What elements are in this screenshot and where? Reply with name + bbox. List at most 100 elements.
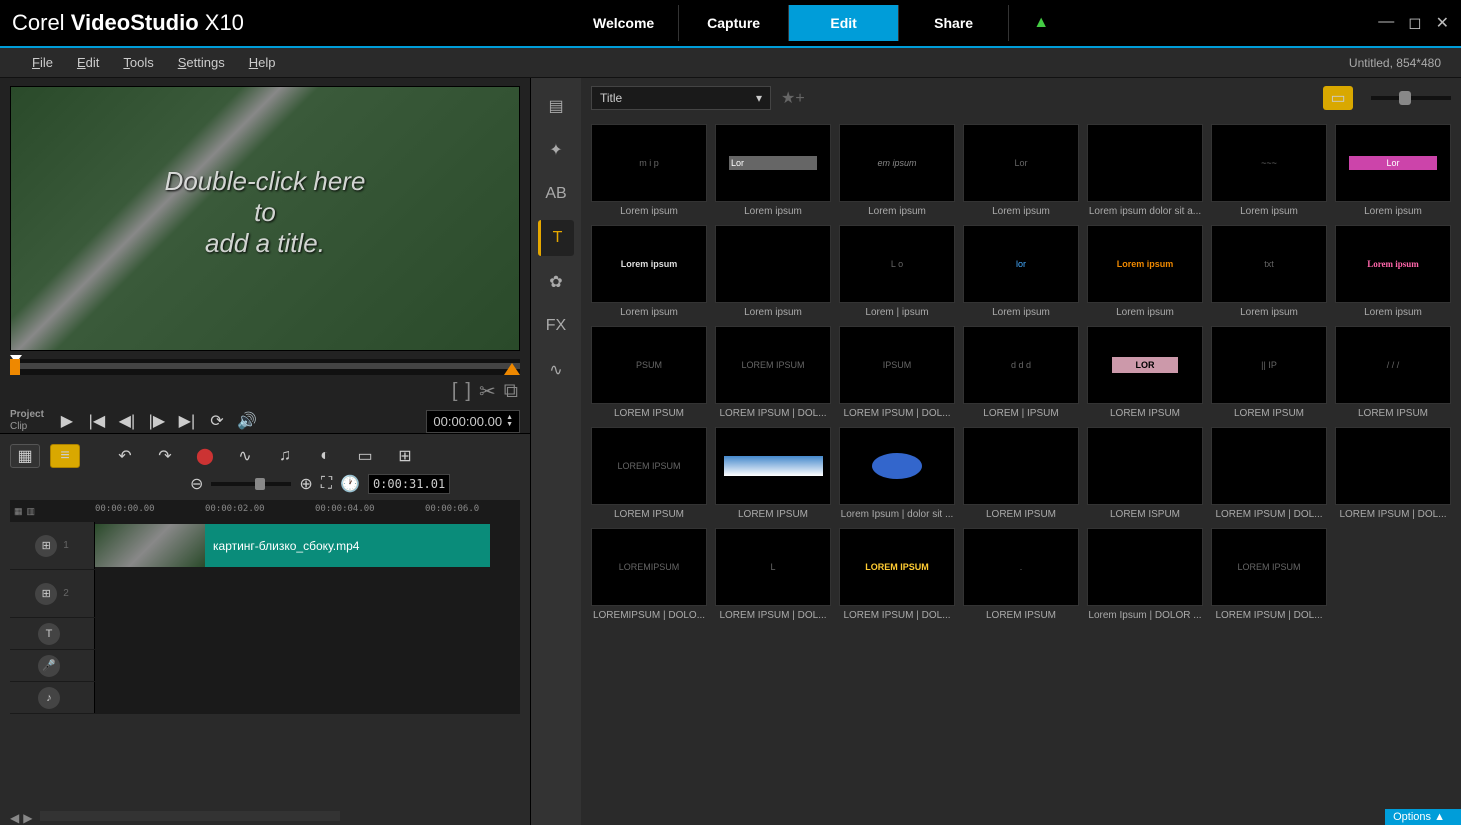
- title-preset[interactable]: LORLOREM IPSUM: [1087, 326, 1203, 419]
- title-preset[interactable]: lorLorem ipsum: [963, 225, 1079, 318]
- library-tab-path[interactable]: ∿: [538, 352, 574, 388]
- track-head[interactable]: ⊞1: [10, 522, 95, 569]
- title-preset[interactable]: L oLorem | ipsum: [839, 225, 955, 318]
- mark-in-icon[interactable]: [: [450, 380, 460, 403]
- library-tab-transition[interactable]: AB: [538, 176, 574, 212]
- favorite-icon[interactable]: ★+: [781, 88, 805, 108]
- title-preset[interactable]: em ipsumLorem ipsum: [839, 124, 955, 217]
- title-preset[interactable]: || IPLOREM IPSUM: [1211, 326, 1327, 419]
- split-icon[interactable]: ⧉: [502, 380, 520, 403]
- track-head[interactable]: 🎤: [10, 650, 95, 681]
- undo-button[interactable]: ↶: [110, 444, 140, 468]
- repeat-button[interactable]: ⟳: [202, 408, 232, 434]
- record-button[interactable]: ⬤: [190, 444, 220, 468]
- title-preset[interactable]: Lorem ipsum: [715, 225, 831, 318]
- title-preset[interactable]: LOREM IPSUM: [963, 427, 1079, 520]
- cut-icon[interactable]: ✂: [477, 379, 498, 404]
- title-preset[interactable]: IPSUMLOREM IPSUM | DOL...: [839, 326, 955, 419]
- home-button[interactable]: |◀: [82, 408, 112, 434]
- title-preset[interactable]: LorLorem ipsum: [1335, 124, 1451, 217]
- title-preset[interactable]: ~~~Lorem ipsum: [1211, 124, 1327, 217]
- title-preset[interactable]: txtLorem ipsum: [1211, 225, 1327, 318]
- menu-edit[interactable]: Edit: [65, 51, 111, 74]
- library-tab-title[interactable]: T: [538, 220, 574, 256]
- title-preset[interactable]: Lorem ipsumLorem ipsum: [1335, 225, 1451, 318]
- title-preset[interactable]: d d dLOREM | IPSUM: [963, 326, 1079, 419]
- library-tab-media[interactable]: ▤: [538, 88, 574, 124]
- ruler-icon[interactable]: ▥: [27, 506, 36, 517]
- title-preset[interactable]: PSUMLOREM IPSUM: [591, 326, 707, 419]
- redo-button[interactable]: ↷: [150, 444, 180, 468]
- title-preset[interactable]: .LOREM IPSUM: [963, 528, 1079, 621]
- menu-settings[interactable]: Settings: [166, 51, 237, 74]
- category-dropdown[interactable]: Title▾: [591, 86, 771, 110]
- close-icon[interactable]: ✕: [1436, 13, 1449, 33]
- zoom-in-icon[interactable]: ⊕: [299, 474, 312, 494]
- thumbnail-size-slider[interactable]: [1371, 96, 1451, 100]
- library-tab-instant[interactable]: ✦: [538, 132, 574, 168]
- main-tab-capture[interactable]: Capture: [679, 5, 789, 41]
- title-preset[interactable]: LOREM IPSUMLOREM IPSUM | DOL...: [839, 528, 955, 621]
- track-head[interactable]: ♪: [10, 682, 95, 713]
- title-preset[interactable]: LOREM IPSUM: [715, 427, 831, 520]
- title-preset[interactable]: Lorem ipsum dolor sit a...: [1087, 124, 1203, 217]
- menu-file[interactable]: File: [20, 51, 65, 74]
- track-body[interactable]: [95, 682, 520, 713]
- track-voice[interactable]: 🎤: [10, 650, 520, 682]
- fit-icon[interactable]: ⛶: [321, 475, 332, 493]
- ruler-icon[interactable]: ▦: [14, 506, 23, 517]
- end-button[interactable]: ▶|: [172, 408, 202, 434]
- options-button[interactable]: Options ▲: [1385, 809, 1461, 825]
- track-head[interactable]: T: [10, 618, 95, 649]
- track-head[interactable]: ⊞2: [10, 570, 95, 617]
- track-body[interactable]: [95, 618, 520, 649]
- title-placeholder[interactable]: Double-click here to add a title.: [165, 166, 366, 259]
- multi-view-button[interactable]: ⊞: [390, 444, 420, 468]
- thumbnail-view-button[interactable]: ▭: [1323, 86, 1353, 110]
- preview-scrubber[interactable]: [10, 359, 520, 375]
- timeline-view-button[interactable]: ≡: [50, 444, 80, 468]
- auto-music-button[interactable]: ♫: [270, 444, 300, 468]
- next-frame-button[interactable]: |▶: [142, 408, 172, 434]
- volume-button[interactable]: 🔊: [232, 408, 262, 434]
- library-tab-filter[interactable]: FX: [538, 308, 574, 344]
- zoom-slider[interactable]: [211, 482, 291, 486]
- title-preset[interactable]: LOREM IPSUMLOREM IPSUM | DOL...: [715, 326, 831, 419]
- track-body[interactable]: [95, 570, 520, 617]
- track-video[interactable]: ⊞1картинг-близко_сбоку.mp4: [10, 522, 520, 570]
- title-preset[interactable]: LLOREM IPSUM | DOL...: [715, 528, 831, 621]
- title-preset[interactable]: Lorem ipsumLorem ipsum: [591, 225, 707, 318]
- title-preset[interactable]: Lorem ipsumLorem ipsum: [1087, 225, 1203, 318]
- track-overlay[interactable]: ⊞2: [10, 570, 520, 618]
- audio-mixer-button[interactable]: ∿: [230, 444, 260, 468]
- timecode[interactable]: 00:00:00.00 ▲▼: [426, 410, 520, 433]
- play-button[interactable]: ▶: [52, 408, 82, 434]
- title-preset[interactable]: LOREM ISPUM: [1087, 427, 1203, 520]
- preview-video[interactable]: Double-click here to add a title.: [10, 86, 520, 351]
- menu-tools[interactable]: Tools: [111, 51, 165, 74]
- menu-help[interactable]: Help: [237, 51, 288, 74]
- title-preset[interactable]: Lorem Ipsum | dolor sit ...: [839, 427, 955, 520]
- zoom-out-icon[interactable]: ⊖: [190, 474, 203, 494]
- timeline-scroll[interactable]: ◀▶: [10, 811, 340, 825]
- title-preset[interactable]: LOREM IPSUM | DOL...: [1211, 427, 1327, 520]
- title-preset[interactable]: LOREMIPSUMLOREMIPSUM | DOLO...: [591, 528, 707, 621]
- prev-frame-button[interactable]: ◀|: [112, 408, 142, 434]
- upload-icon[interactable]: ▲: [1029, 5, 1053, 41]
- timeline-ruler[interactable]: ▦ ▥ 00:00:00.0000:00:02.0000:00:04.0000:…: [10, 500, 520, 522]
- project-duration[interactable]: 0:00:31.01: [368, 474, 450, 494]
- title-preset[interactable]: m i pLorem ipsum: [591, 124, 707, 217]
- timecode-up-icon[interactable]: ▲: [506, 414, 513, 421]
- title-preset[interactable]: LOREM IPSUM | DOL...: [1335, 427, 1451, 520]
- track-music[interactable]: ♪: [10, 682, 520, 714]
- track-body[interactable]: картинг-близко_сбоку.mp4: [95, 522, 520, 569]
- library-tab-graphic[interactable]: ✿: [538, 264, 574, 300]
- title-preset[interactable]: LOREM IPSUMLOREM IPSUM | DOL...: [1211, 528, 1327, 621]
- track-motion-button[interactable]: ◐: [310, 444, 340, 468]
- minimize-icon[interactable]: —: [1378, 13, 1394, 33]
- title-preset[interactable]: LorLorem ipsum: [963, 124, 1079, 217]
- main-tab-share[interactable]: Share: [899, 5, 1009, 41]
- track-body[interactable]: [95, 650, 520, 681]
- main-tab-edit[interactable]: Edit: [789, 5, 899, 41]
- title-preset[interactable]: / / /LOREM IPSUM: [1335, 326, 1451, 419]
